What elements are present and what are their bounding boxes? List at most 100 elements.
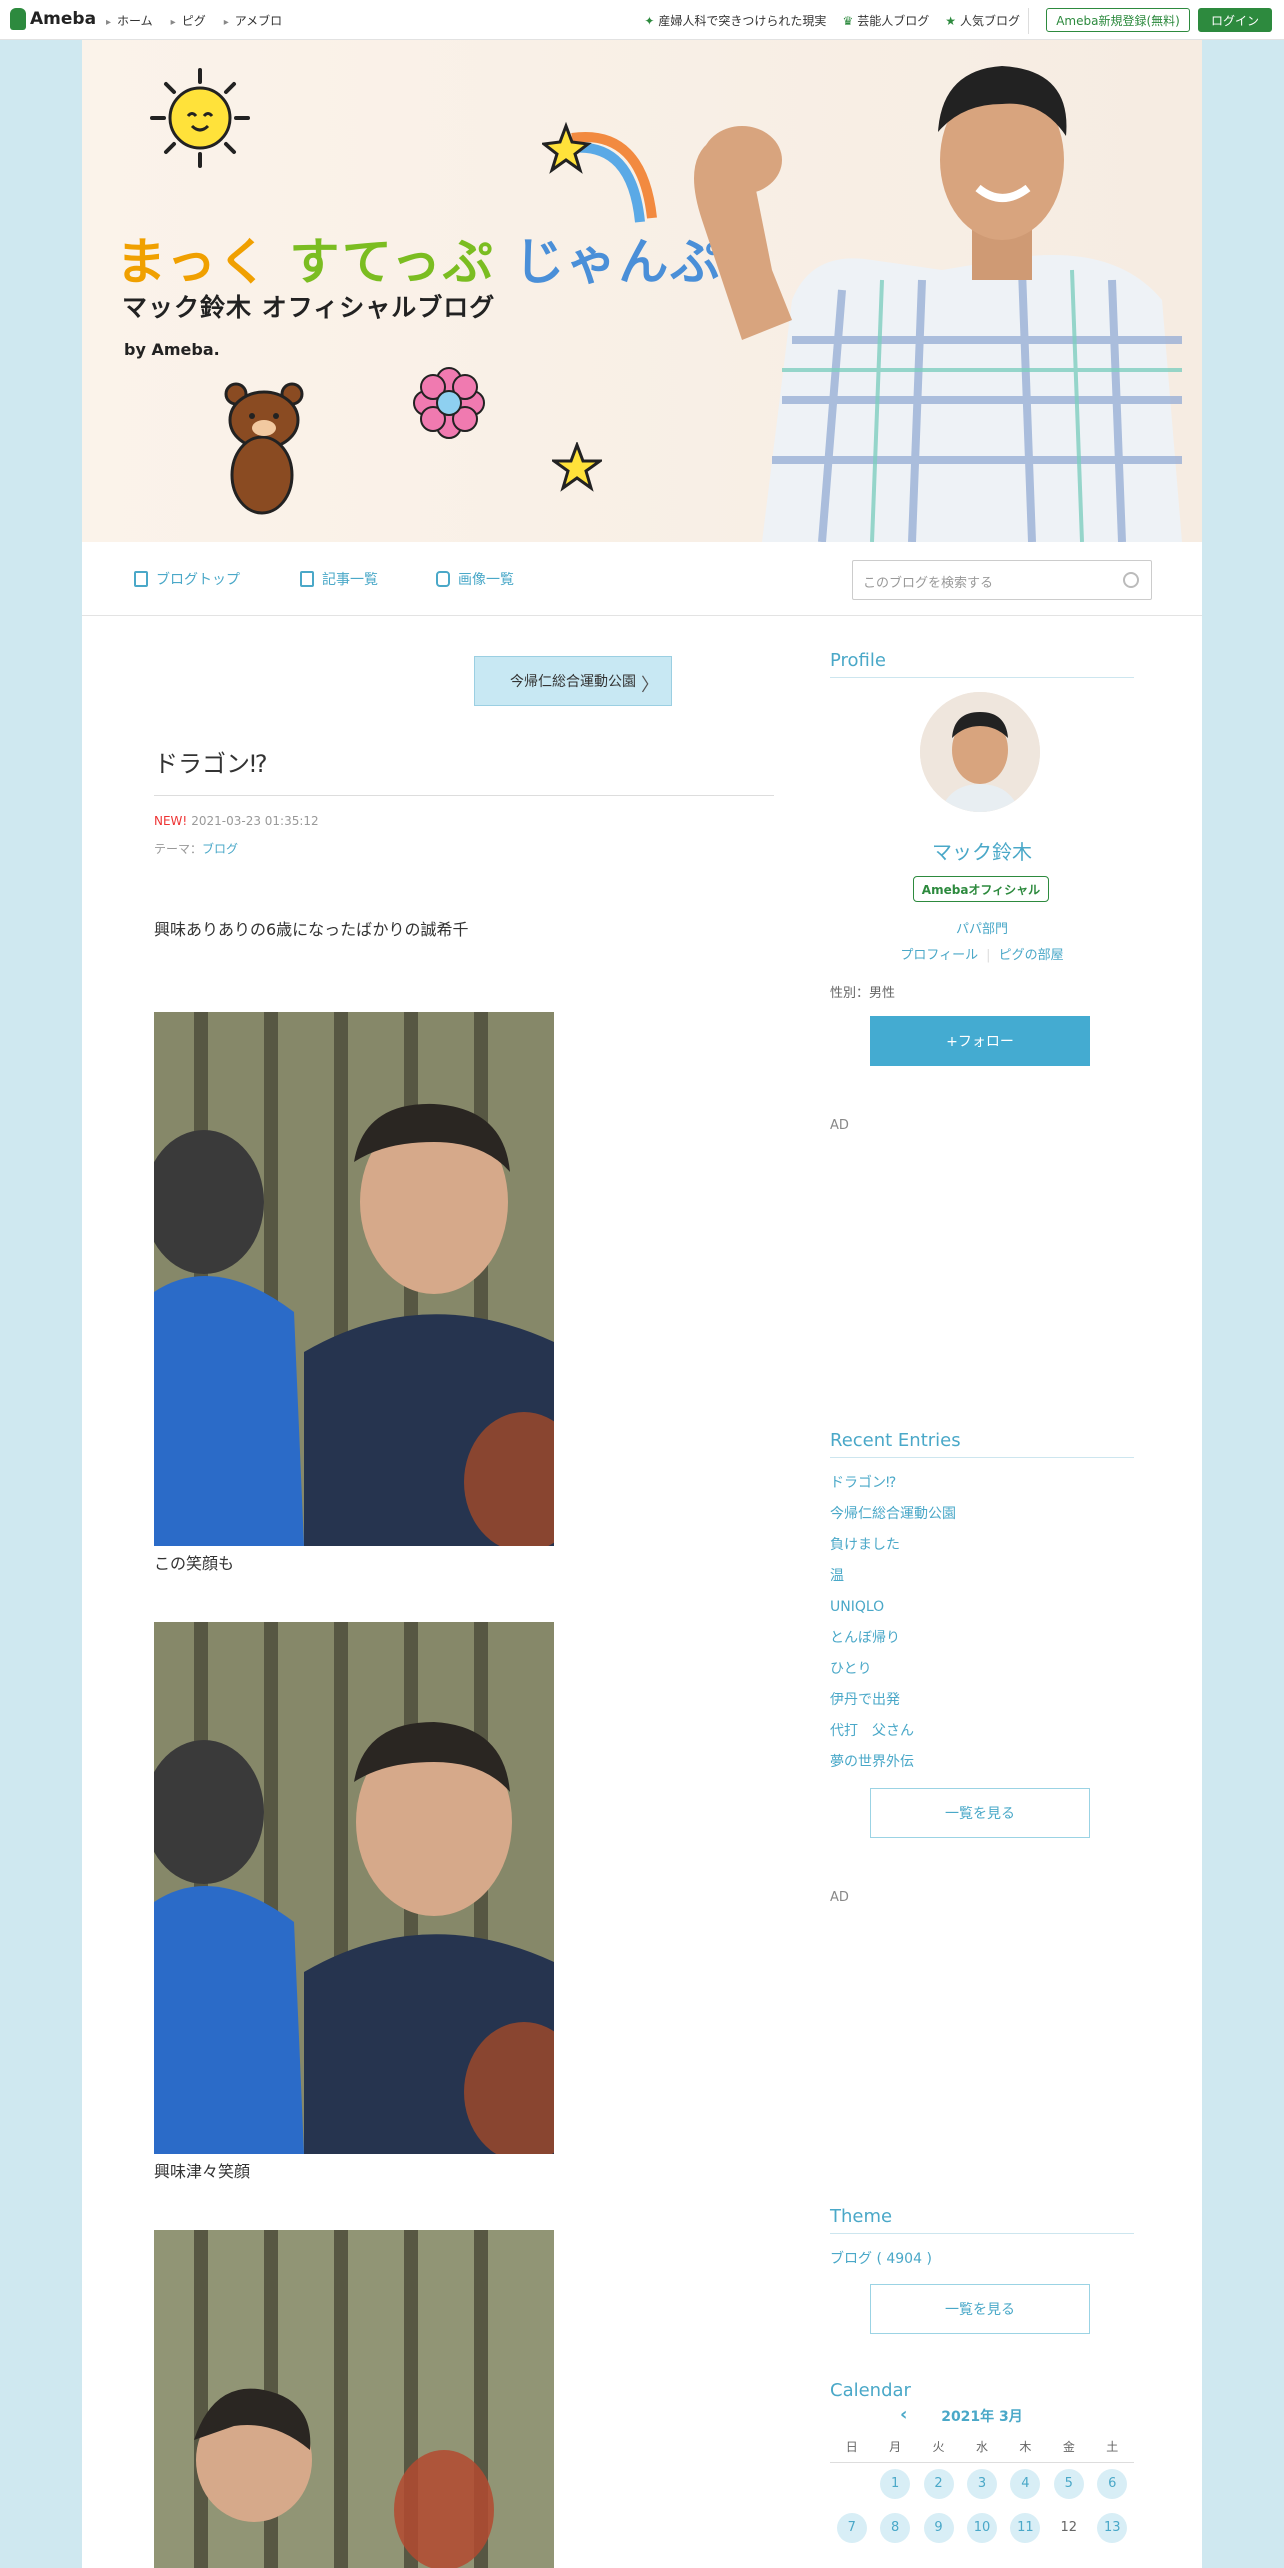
- article-title[interactable]: ドラゴン⁉︎: [154, 744, 774, 796]
- calendar-day[interactable]: 5: [1053, 2469, 1084, 2500]
- by-ameba-label: by Ameba.: [124, 340, 220, 359]
- profile-heading: Profile: [830, 650, 1134, 678]
- ad-label-2: AD: [830, 1890, 849, 1905]
- weekday: 土: [1090, 2432, 1134, 2463]
- calendar-day[interactable]: 4: [1010, 2469, 1041, 2500]
- article-text: 興味ありありの6歳になったばかりの誠希千: [154, 920, 469, 939]
- calendar-day[interactable]: 3: [966, 2469, 997, 2500]
- global-header: Ameba ホーム ピグ アメブロ ✦産婦人科で突きつけられた現実 ♛芸能人ブロ…: [0, 0, 1284, 40]
- theme-item[interactable]: ブログ ( 4904 ): [830, 2248, 932, 2268]
- nav-pigg[interactable]: ピグ: [171, 12, 206, 29]
- camera-icon: [436, 571, 450, 587]
- nav-home[interactable]: ホーム: [106, 12, 153, 29]
- pigg-room-link[interactable]: ピグの部屋: [999, 948, 1064, 963]
- calendar-day[interactable]: 7: [836, 2513, 867, 2543]
- calendar-day[interactable]: 1: [880, 2469, 911, 2500]
- official-badge: Amebaオフィシャル: [913, 876, 1049, 902]
- theme-link[interactable]: ブログ: [202, 842, 238, 856]
- recent-entry[interactable]: 温: [830, 1561, 956, 1592]
- flower-illustration: [413, 367, 485, 439]
- recent-entry[interactable]: ひとり: [830, 1654, 956, 1685]
- bear-illustration: [224, 382, 304, 515]
- article-photo-2[interactable]: [154, 1622, 554, 2154]
- prev-entry-label: 今帰仁総合運動公園: [510, 674, 636, 690]
- search-placeholder: このブログを検索する: [863, 576, 994, 591]
- calendar-day[interactable]: 13: [1097, 2513, 1128, 2543]
- article-theme: テーマ：ブログ: [154, 840, 238, 857]
- top-link-celebrity-label: 芸能人ブログ: [857, 14, 930, 28]
- article-photo-3[interactable]: [154, 2230, 554, 2568]
- theme-heading: Theme: [830, 2206, 1134, 2234]
- prev-entry-button[interactable]: 今帰仁総合運動公園〉: [474, 656, 672, 706]
- recent-entry[interactable]: UNIQLO: [830, 1592, 956, 1623]
- chevron-right-icon: 〉: [641, 675, 659, 696]
- star-icon: ★: [945, 14, 956, 28]
- blog-nav: ブログトップ 記事一覧 画像一覧 このブログを検索する: [82, 542, 1202, 616]
- crown-icon: ♛: [842, 14, 854, 28]
- nav-ameblo[interactable]: アメブロ: [224, 12, 282, 29]
- nav-image-list[interactable]: 画像一覧: [436, 569, 514, 589]
- recent-entry[interactable]: 夢の世界外伝: [830, 1747, 956, 1778]
- recent-entry[interactable]: 代打 父さん: [830, 1716, 956, 1747]
- weekday: 水: [960, 2432, 1004, 2463]
- theme-label: テーマ：: [154, 842, 203, 856]
- blog-header-banner[interactable]: まっく すてっぷ じゃんぷ マック鈴木 オフィシャルブログ by Ameba.: [82, 40, 1202, 542]
- top-link-celebrity[interactable]: ♛ 芸能人ブログ: [842, 12, 929, 29]
- ameba-logo[interactable]: Ameba: [10, 8, 96, 30]
- calendar-heading: Calendar: [830, 2380, 911, 2401]
- recent-entry[interactable]: 負けました: [830, 1530, 956, 1561]
- login-button[interactable]: ログイン: [1198, 8, 1272, 32]
- global-nav: ホーム ピグ アメブロ: [106, 12, 282, 29]
- profile-link[interactable]: プロフィール: [900, 948, 978, 963]
- photo-caption-1: この笑顔も: [154, 1554, 235, 1573]
- top-links: ✦ 産婦人科で突きつけられた現実 ♛ 芸能人ブログ ★ 人気ブログ: [644, 12, 1020, 29]
- calendar-day[interactable]: 10: [966, 2513, 997, 2543]
- calendar: ‹ 2021年 3月 日 月 火 水 木 金 土 1 2 3 4 5 6 7 8…: [830, 2404, 1134, 2550]
- calendar-day-empty: [830, 2462, 873, 2506]
- calendar-day[interactable]: 2: [923, 2469, 954, 2500]
- title-part-b: すてっぷ: [289, 233, 495, 291]
- calendar-day[interactable]: 9: [923, 2513, 954, 2543]
- profile-category[interactable]: パパ部門: [830, 918, 1134, 937]
- sun-illustration: [150, 68, 250, 168]
- register-button[interactable]: Ameba新規登録(無料): [1046, 8, 1190, 32]
- recent-entry[interactable]: とんぼ帰り: [830, 1623, 956, 1654]
- article-meta: NEW! 2021-03-23 01:35:12: [154, 814, 319, 828]
- recent-see-all-button[interactable]: 一覧を見る: [870, 1788, 1090, 1838]
- weekday: 木: [1003, 2432, 1048, 2463]
- calendar-day[interactable]: 8: [880, 2513, 911, 2543]
- calendar-day[interactable]: 11: [1010, 2513, 1041, 2543]
- main-content: 今帰仁総合運動公園〉 ドラゴン⁉︎ NEW! 2021-03-23 01:35:1…: [82, 616, 1202, 2568]
- profile-avatar[interactable]: [920, 692, 1040, 812]
- weekday: 月: [873, 2432, 917, 2463]
- top-link-popular[interactable]: ★ 人気ブログ: [945, 12, 1020, 29]
- nav-image-list-label: 画像一覧: [458, 572, 514, 588]
- calendar-day[interactable]: 6: [1097, 2469, 1128, 2500]
- ad-label-1: AD: [830, 1118, 849, 1133]
- logo-text: Ameba: [30, 9, 97, 29]
- photo-caption-2: 興味津々笑顔: [154, 2162, 251, 2181]
- article-photo-1[interactable]: [154, 1012, 554, 1546]
- article-date: 2021-03-23 01:35:12: [191, 814, 319, 828]
- nav-blog-top-label: ブログトップ: [156, 572, 240, 588]
- recent-entry[interactable]: 伊丹で出発: [830, 1685, 956, 1716]
- divider: [1028, 8, 1029, 34]
- weekday: 金: [1047, 2432, 1091, 2463]
- top-link-featured[interactable]: ✦ 産婦人科で突きつけられた現実: [644, 12, 826, 29]
- star-illustration: [552, 442, 602, 492]
- weekday: 日: [830, 2432, 874, 2463]
- nav-blog-top[interactable]: ブログトップ: [134, 569, 240, 589]
- search-icon[interactable]: [1123, 572, 1139, 588]
- nav-entry-list[interactable]: 記事一覧: [300, 569, 378, 589]
- blog-subtitle: マック鈴木 オフィシャルブログ: [122, 293, 496, 322]
- ameba-logo-icon: [10, 8, 26, 30]
- recent-entry[interactable]: 今帰仁総合運動公園: [830, 1499, 956, 1530]
- blog-search-input[interactable]: このブログを検索する: [852, 560, 1152, 600]
- calendar-header: ‹ 2021年 3月: [830, 2404, 1134, 2432]
- theme-see-all-button[interactable]: 一覧を見る: [870, 2284, 1090, 2334]
- follow-button[interactable]: +フォロー: [870, 1016, 1090, 1066]
- profile-name[interactable]: マック鈴木: [830, 836, 1134, 865]
- recent-entry[interactable]: ドラゴン⁉︎: [830, 1468, 956, 1499]
- copy-icon: [300, 571, 314, 587]
- chevron-left-icon[interactable]: ‹: [900, 2404, 907, 2425]
